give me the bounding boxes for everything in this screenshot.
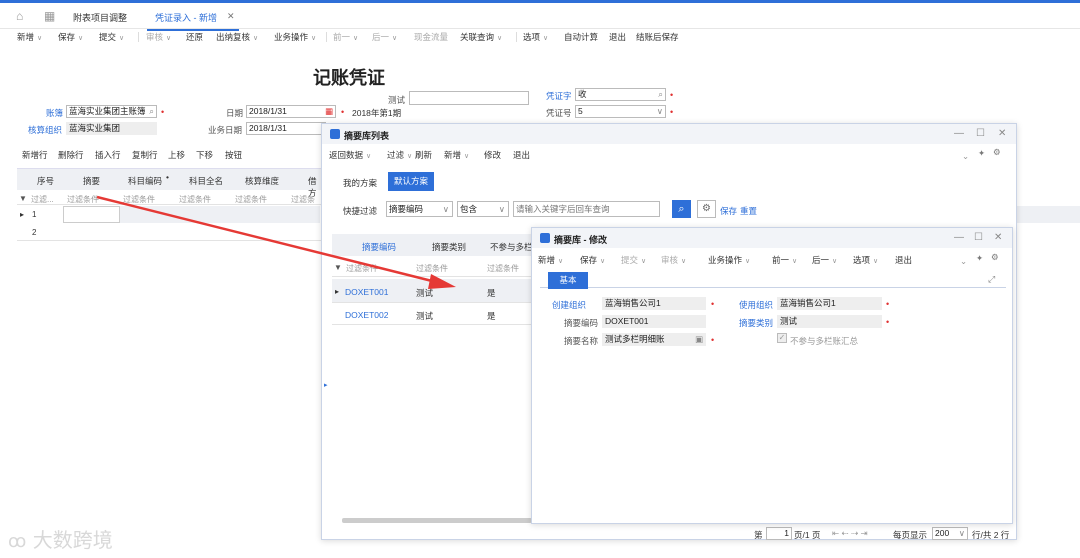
annotation-arrow [96,195,456,289]
watermark-logo-icon: ꝏ [8,531,27,552]
watermark: ꝏ 大数跨境 [8,524,113,553]
watermark-text: 大数跨境 [32,528,113,552]
